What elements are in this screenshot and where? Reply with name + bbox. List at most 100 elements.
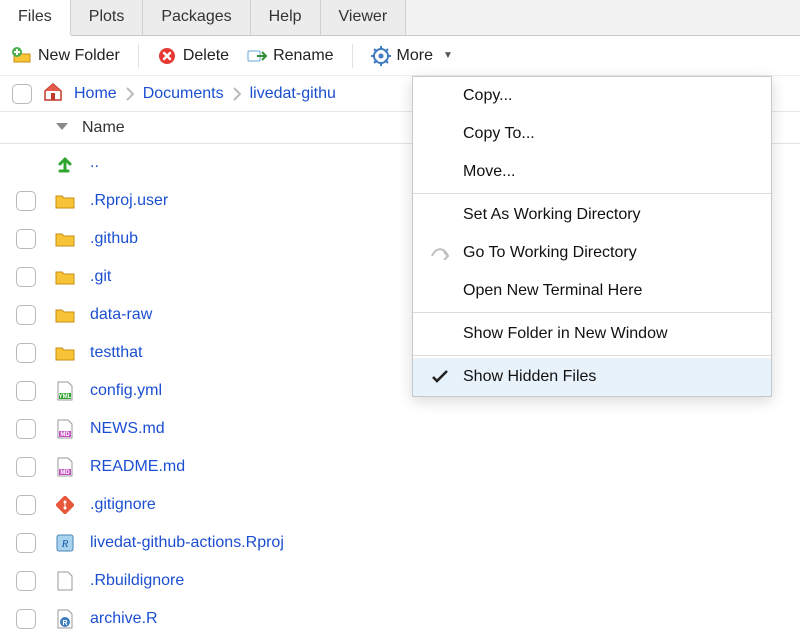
menu-item-label: Go To Working Directory [463,244,637,262]
file-name[interactable]: README.md [90,458,185,476]
check-icon [429,366,451,388]
folder-icon [54,266,76,288]
file-row[interactable]: R archive.R [0,600,800,638]
folder-icon [54,190,76,212]
row-checkbox[interactable] [16,457,36,477]
row-checkbox[interactable] [16,609,36,629]
parent-directory-label: .. [90,154,99,172]
dropdown-caret-icon: ▼ [443,50,453,61]
delete-label: Delete [183,47,229,65]
menu-copy-to[interactable]: Copy To... [413,115,771,153]
row-checkbox[interactable] [16,229,36,249]
new-folder-label: New Folder [38,47,120,65]
menu-item-label: Open New Terminal Here [463,282,642,300]
file-name[interactable]: .Rproj.user [90,192,168,210]
chevron-right-icon [232,87,242,101]
select-all-checkbox[interactable] [12,84,32,104]
rename-button[interactable]: Rename [247,46,333,66]
sort-indicator-icon[interactable] [46,119,78,137]
chevron-right-icon [125,87,135,101]
file-name[interactable]: config.yml [90,382,162,400]
row-checkbox[interactable] [16,191,36,211]
file-row[interactable]: R livedat-github-actions.Rproj [0,524,800,562]
goto-arrow-icon [429,242,451,264]
breadcrumb: Home Documents livedat-githu [74,85,336,103]
file-name[interactable]: .gitignore [90,496,156,514]
file-name[interactable]: NEWS.md [90,420,165,438]
menu-separator [413,312,771,313]
more-button[interactable]: More ▼ [371,46,453,66]
folder-icon [54,342,76,364]
toolbar-divider [352,44,353,68]
file-row[interactable]: MD README.md [0,448,800,486]
row-checkbox[interactable] [16,571,36,591]
breadcrumb-current[interactable]: livedat-githu [250,85,336,103]
file-name[interactable]: testthat [90,344,142,362]
delete-button[interactable]: Delete [157,46,229,66]
row-checkbox[interactable] [16,381,36,401]
menu-open-terminal[interactable]: Open New Terminal Here [413,272,771,310]
svg-text:MD: MD [60,470,70,476]
tab-packages[interactable]: Packages [143,0,250,35]
menu-item-label: Show Hidden Files [463,368,596,386]
more-menu: Copy... Copy To... Move... Set As Workin… [412,76,772,397]
tab-plots[interactable]: Plots [71,0,144,35]
folder-icon [54,228,76,250]
menu-show-folder[interactable]: Show Folder in New Window [413,315,771,353]
menu-move[interactable]: Move... [413,153,771,191]
row-checkbox[interactable] [16,533,36,553]
breadcrumb-home[interactable]: Home [74,85,117,103]
menu-goto-wd[interactable]: Go To Working Directory [413,234,771,272]
tab-files[interactable]: Files [0,0,71,36]
file-name[interactable]: livedat-github-actions.Rproj [90,534,284,552]
doc-file-icon [54,570,76,592]
row-checkbox[interactable] [16,419,36,439]
menu-separator [413,355,771,356]
menu-item-label: Copy... [463,87,513,105]
rproj-file-icon: R [54,532,76,554]
menu-item-label: Show Folder in New Window [463,325,668,343]
rename-icon [247,46,267,66]
menu-item-label: Copy To... [463,125,535,143]
file-row[interactable]: .gitignore [0,486,800,524]
menu-item-label: Move... [463,163,515,181]
pane-tabs: Files Plots Packages Help Viewer [0,0,800,36]
tab-viewer[interactable]: Viewer [321,0,407,35]
file-name[interactable]: data-raw [90,306,152,324]
menu-set-wd[interactable]: Set As Working Directory [413,196,771,234]
file-name[interactable]: .github [90,230,138,248]
git-file-icon [54,494,76,516]
menu-copy[interactable]: Copy... [413,77,771,115]
svg-text:R: R [61,538,69,550]
file-row[interactable]: .Rbuildignore [0,562,800,600]
new-folder-button[interactable]: New Folder [12,46,120,66]
row-checkbox[interactable] [16,495,36,515]
md-file-icon: MD [54,456,76,478]
up-arrow-icon [54,152,76,174]
yml-file-icon: YML [54,380,76,402]
svg-text:MD: MD [60,432,70,438]
md-file-icon: MD [54,418,76,440]
files-toolbar: New Folder Delete Rename [0,36,800,76]
tab-help[interactable]: Help [251,0,321,35]
file-name[interactable]: .Rbuildignore [90,572,184,590]
menu-separator [413,193,771,194]
rename-label: Rename [273,47,333,65]
row-checkbox[interactable] [16,343,36,363]
breadcrumb-documents[interactable]: Documents [143,85,224,103]
toolbar-divider [138,44,139,68]
row-checkbox[interactable] [16,267,36,287]
more-label: More [397,47,433,65]
menu-show-hidden-files[interactable]: Show Hidden Files [413,358,771,396]
new-folder-icon [12,46,32,66]
file-name[interactable]: .git [90,268,111,286]
file-name[interactable]: archive.R [90,610,158,628]
menu-item-label: Set As Working Directory [463,206,641,224]
file-row[interactable]: MD NEWS.md [0,410,800,448]
folder-icon [54,304,76,326]
row-checkbox[interactable] [16,305,36,325]
home-icon[interactable] [42,80,64,107]
delete-icon [157,46,177,66]
svg-text:YML: YML [59,394,72,400]
svg-text:R: R [62,620,67,627]
